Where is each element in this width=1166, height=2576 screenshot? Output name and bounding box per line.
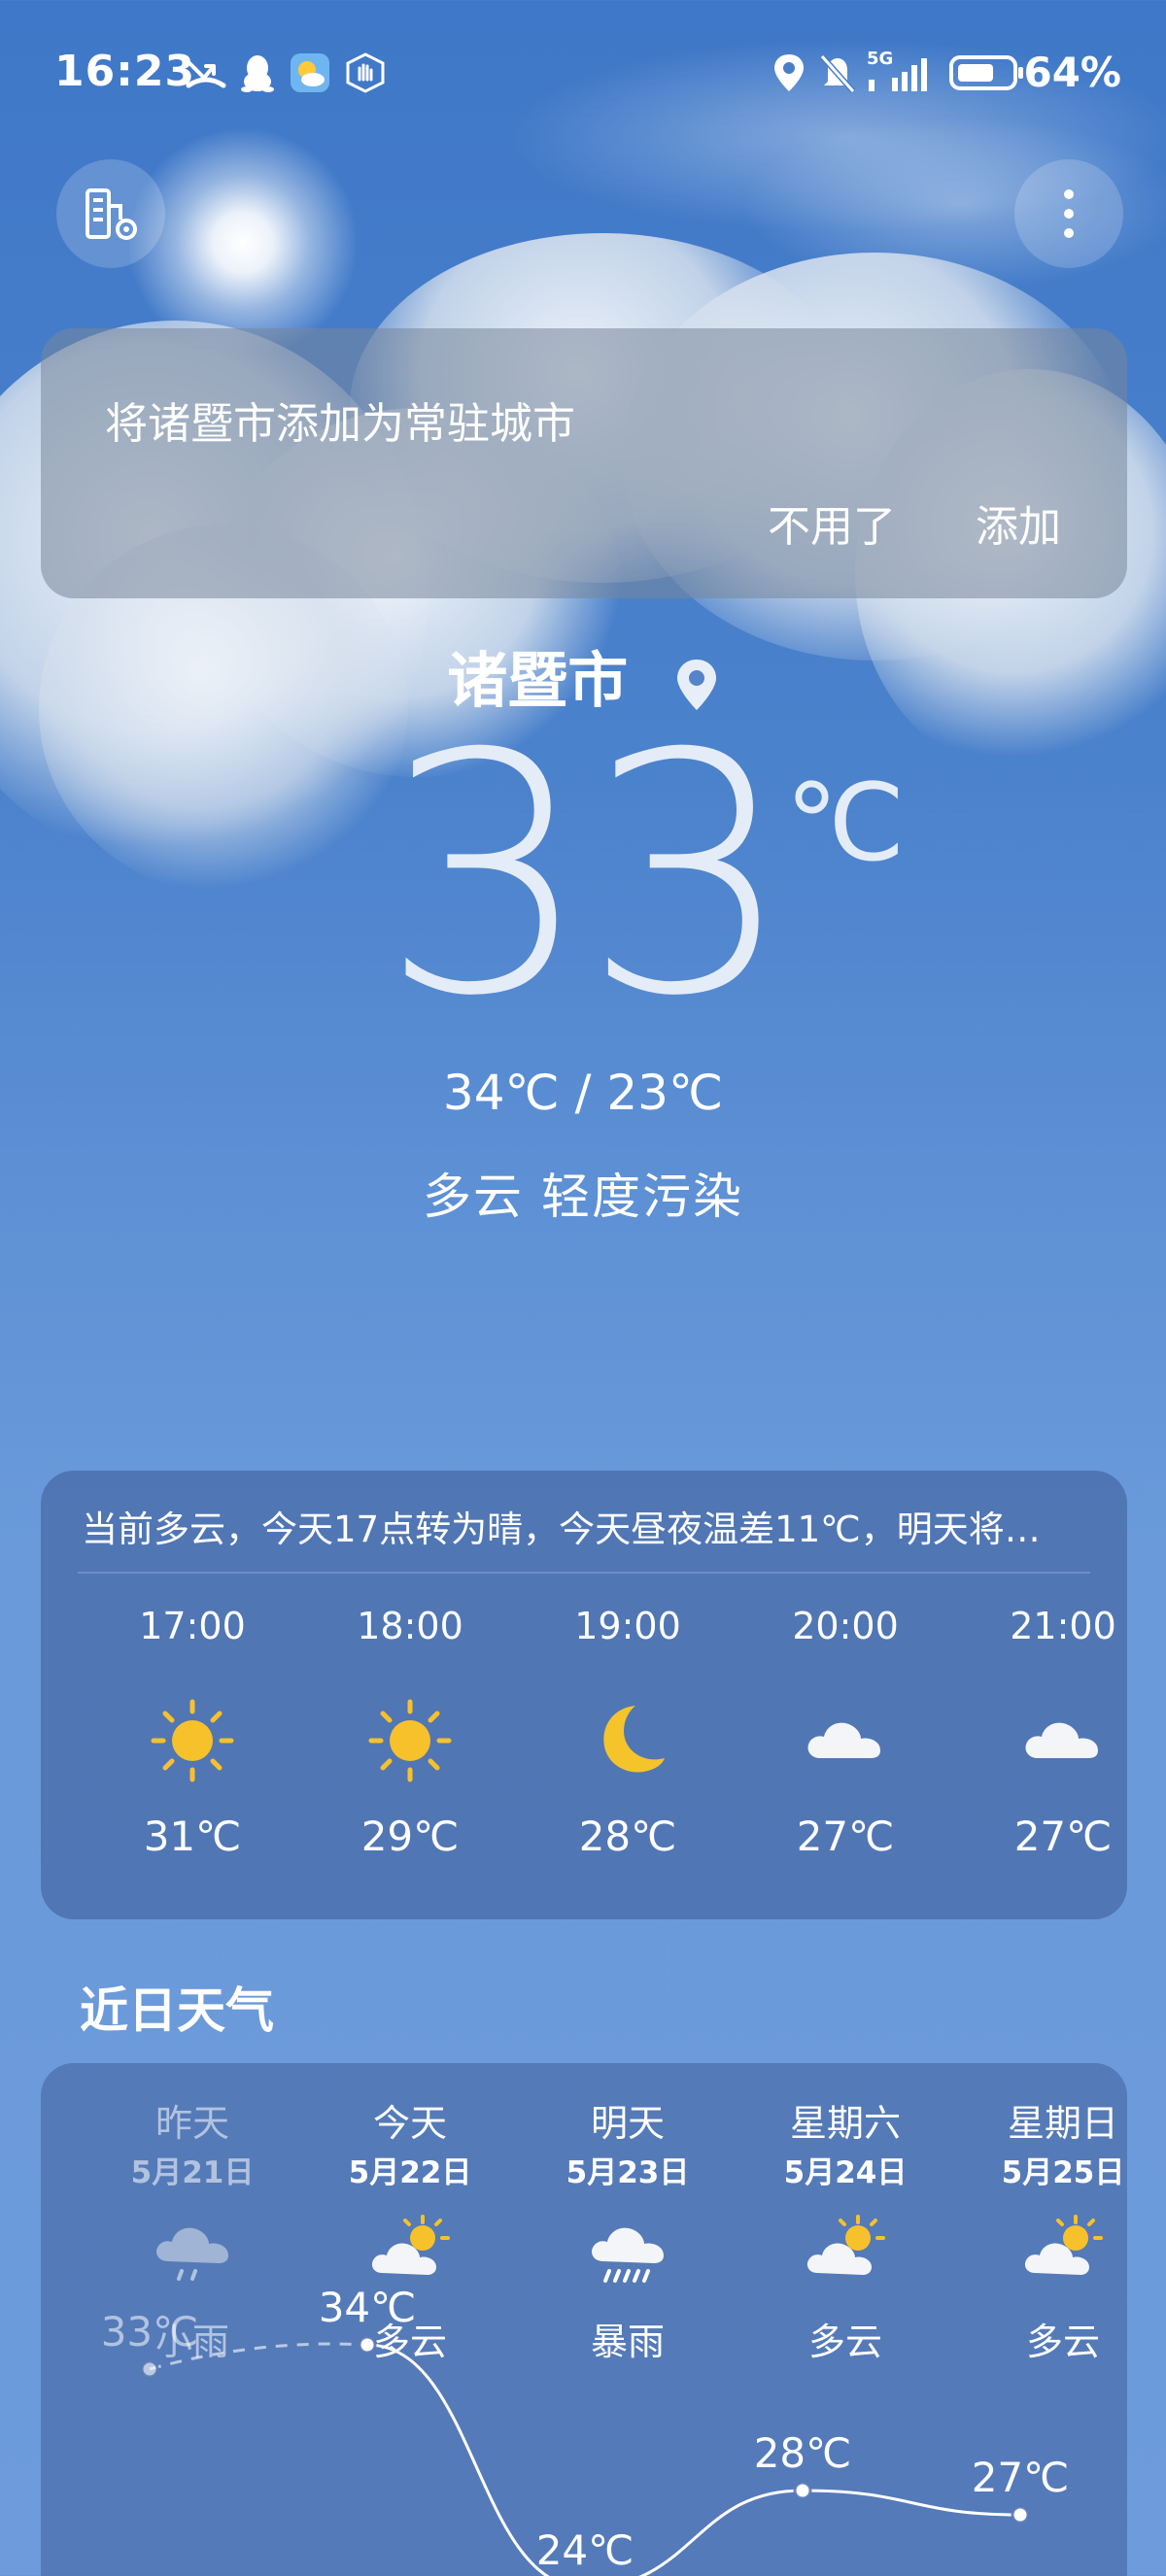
more-vertical-icon [1064,189,1074,238]
sun-icon [368,1699,452,1782]
hourly-item: 20:00 27℃ [737,1597,954,1860]
hour-temp: 28℃ [578,1813,677,1860]
hourly-item: 19:00 28℃ [519,1597,737,1860]
hour-time: 17:00 [139,1605,246,1647]
hourly-forecast-card[interactable]: 当前多云，今天17点转为晴，今天昼夜温差11℃，明天将… 17:00 31℃ 1… [41,1471,1127,1919]
hour-temp: 31℃ [143,1813,242,1860]
add-city-button[interactable]: 添加 [976,491,1061,554]
forecast-summary: 当前多云，今天17点转为晴，今天昼夜温差11℃，明天将… [82,1508,1041,1550]
city-manage-icon [86,188,137,240]
city-manage-button[interactable] [56,159,165,268]
daily-forecast-card[interactable]: 昨天 5月21日 小雨 今天 5月22日 多云 明天 5月23日 暴雨 星期六 … [41,2063,1127,2576]
status-time: 16:23 [54,47,196,96]
hourly-item: 18:00 29℃ [301,1597,519,1860]
trend-point [1011,2505,1030,2525]
trend-point [140,2359,159,2379]
sun-glare [126,126,360,359]
temperature-value: 33 [380,684,794,1068]
current-condition: 多云 轻度污染 [423,1169,743,1225]
add-city-prompt-text: 将诸暨市添加为常驻城市 [105,399,575,449]
status-bar: 16:23 5G 64% [0,0,1166,146]
missed-call-icon [186,60,226,88]
temperature-range: 34℃ / 23℃ [442,1065,724,1121]
weather-app-icon [291,53,329,92]
qq-penguin-icon [241,55,274,92]
hand-icon [346,52,385,93]
signal-icon [869,58,927,91]
hourly-item: 21:00 27℃ [954,1597,1166,1860]
hour-temp: 27℃ [796,1813,895,1860]
high-temperature-trend: 33℃ 34℃ 24℃ 28℃ 27℃ [101,2284,1070,2576]
trend-label: 33℃ [101,2308,199,2356]
trend-point [793,2481,812,2500]
moon-icon [603,1706,665,1773]
trend-label: 34℃ [319,2284,417,2331]
trend-point [358,2335,377,2355]
dismiss-button[interactable]: 不用了 [768,491,896,554]
sun-icon [151,1699,234,1782]
hour-time: 21:00 [1010,1605,1116,1647]
current-temperature: 33 ℃ [0,711,1166,1041]
trend-label: 28℃ [754,2429,852,2477]
hourly-item: 17:00 31℃ [84,1597,301,1860]
add-resident-city-card: 将诸暨市添加为常驻城市 不用了 添加 [41,328,1127,598]
hour-time: 20:00 [792,1605,899,1647]
location-icon [774,54,804,91]
hour-time: 18:00 [357,1605,463,1647]
hour-temp: 29℃ [360,1813,460,1860]
trend-line [366,2343,1021,2576]
cloud-icon [807,1722,880,1758]
hour-time: 19:00 [574,1605,681,1647]
trend-label: 24℃ [536,2526,634,2574]
recent-weather-title: 近日天气 [80,1983,274,2039]
hour-temp: 27℃ [1013,1813,1113,1860]
temperature-unit: ℃ [785,761,906,885]
mute-bell-icon [819,54,856,93]
more-options-button[interactable] [1014,159,1123,268]
cloud-icon [1025,1722,1098,1758]
battery-icon [949,55,1023,90]
divider [78,1572,1090,1574]
battery-percentage: 64% [1023,49,1121,96]
trend-label: 27℃ [972,2454,1070,2501]
